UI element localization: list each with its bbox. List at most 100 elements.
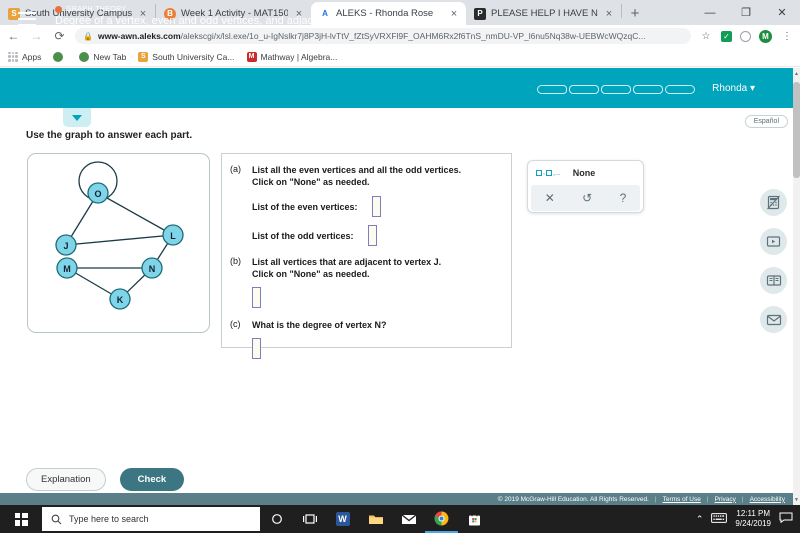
bookmark-apps[interactable]: Apps bbox=[8, 51, 42, 62]
vertex-label-N: N bbox=[149, 264, 156, 274]
question-text-line2: Click on "None" as needed. bbox=[252, 177, 370, 187]
vertex-label-L: L bbox=[170, 231, 176, 241]
word-icon[interactable]: W bbox=[326, 505, 359, 533]
odd-vertices-row: List of the odd vertices: bbox=[252, 225, 501, 246]
question-text-line1: List all vertices that are adjacent to v… bbox=[252, 257, 442, 267]
graph-svg: O J L M N K bbox=[55, 161, 184, 310]
progress-segment bbox=[601, 85, 631, 94]
user-name: Rhonda bbox=[712, 83, 748, 94]
address-bar[interactable]: 🔒 www-awn.aleks.com/alekscgi/x/lsl.exe/1… bbox=[75, 28, 691, 44]
profile-avatar[interactable]: M bbox=[759, 29, 772, 43]
graph-figure-card: O J L M N K bbox=[27, 153, 210, 333]
chevron-down-icon bbox=[72, 114, 82, 121]
page-title: Degree of a vertex, even and odd vertice… bbox=[55, 15, 370, 27]
answer-tool-palette: ,,... None ✕ ↺ ? bbox=[527, 160, 644, 213]
lock-icon: 🔒 bbox=[83, 31, 93, 41]
edge-J-L bbox=[65, 234, 174, 246]
espanol-button[interactable]: Español bbox=[744, 115, 788, 128]
new-tab-button[interactable]: + bbox=[622, 2, 648, 25]
clear-icon[interactable]: ✕ bbox=[545, 191, 555, 205]
tab-title: PLEASE HELP I HAVE NO CLUE H bbox=[491, 8, 598, 19]
reference-book-icon[interactable] bbox=[760, 267, 787, 294]
bookmark-mathway[interactable]: M Mathway | Algebra... bbox=[246, 51, 337, 62]
clock-date: 9/24/2019 bbox=[735, 519, 771, 528]
close-icon[interactable]: × bbox=[603, 8, 615, 20]
cortana-icon[interactable] bbox=[260, 505, 293, 533]
mail-icon[interactable] bbox=[392, 505, 425, 533]
close-icon[interactable]: × bbox=[448, 8, 460, 20]
taskbar-icons: W bbox=[260, 505, 491, 533]
help-icon[interactable]: ? bbox=[620, 191, 627, 205]
expander-toggle[interactable] bbox=[63, 108, 91, 127]
keyboard-icon[interactable] bbox=[711, 510, 728, 528]
window-close-button[interactable]: ✕ bbox=[764, 0, 800, 25]
vertex-label-K: K bbox=[117, 295, 124, 305]
tool-rail bbox=[760, 189, 787, 333]
adjacent-vertices-input[interactable] bbox=[252, 287, 261, 308]
bookmark-globe-1[interactable] bbox=[53, 51, 67, 62]
user-menu[interactable]: Rhonda ▾ bbox=[712, 83, 755, 94]
globe-icon bbox=[53, 51, 64, 62]
store-icon[interactable] bbox=[458, 505, 491, 533]
window-controls: — ❐ ✕ bbox=[692, 0, 800, 25]
question-b: (b) List all vertices that are adjacent … bbox=[230, 256, 501, 310]
reload-icon[interactable]: ⟳ bbox=[52, 29, 67, 43]
browser-tab-3[interactable]: P PLEASE HELP I HAVE NO CLUE H × bbox=[466, 2, 621, 25]
odd-vertices-input[interactable] bbox=[367, 225, 377, 246]
windows-taskbar: Type here to search W ⌃ 12:11 PM 9/24/20… bbox=[0, 505, 800, 533]
undo-icon[interactable]: ↺ bbox=[582, 191, 592, 205]
list-template-icon[interactable]: ,,... bbox=[536, 169, 561, 177]
bookmarks-bar: Apps New Tab S South University Ca... M … bbox=[0, 47, 800, 67]
explanation-button[interactable]: Explanation bbox=[26, 468, 106, 491]
question-c: (c) What is the degree of vertex N? bbox=[230, 319, 501, 361]
even-vertices-row: List of the even vertices: bbox=[252, 196, 501, 217]
question-label: (c) bbox=[230, 319, 241, 329]
question-text-line2: Click on "None" as needed. bbox=[252, 269, 370, 279]
clock-time: 12:11 PM bbox=[736, 509, 771, 518]
start-button[interactable] bbox=[0, 505, 42, 533]
extension-circle-icon[interactable] bbox=[740, 30, 751, 42]
accessibility-link[interactable]: Accessibility bbox=[750, 496, 785, 503]
even-vertices-input[interactable] bbox=[371, 196, 381, 217]
bookmark-south-university[interactable]: S South University Ca... bbox=[138, 51, 235, 62]
chrome-icon[interactable] bbox=[425, 505, 458, 533]
email-icon[interactable] bbox=[760, 306, 787, 333]
terms-of-use-link[interactable]: Terms of Use bbox=[663, 496, 701, 503]
taskbar-clock[interactable]: 12:11 PM 9/24/2019 bbox=[735, 509, 771, 529]
bookmark-new-tab[interactable]: New Tab bbox=[79, 51, 126, 62]
page-scrollbar[interactable]: ▲ ▼ bbox=[793, 68, 800, 505]
privacy-link[interactable]: Privacy bbox=[715, 496, 736, 503]
tab-favicon: P bbox=[474, 7, 486, 20]
check-button[interactable]: Check bbox=[119, 468, 185, 491]
back-icon[interactable]: ← bbox=[6, 29, 21, 43]
edge-O-L bbox=[97, 192, 174, 236]
minimize-button[interactable]: — bbox=[692, 0, 728, 25]
extension-green-icon[interactable]: ✓ bbox=[721, 30, 732, 42]
bookmark-label: Apps bbox=[22, 51, 42, 62]
bookmark-star-icon[interactable]: ☆ bbox=[699, 31, 713, 42]
video-player-icon[interactable] bbox=[760, 228, 787, 255]
scroll-down-arrow[interactable]: ▼ bbox=[793, 494, 800, 505]
even-vertices-label: List of the even vertices: bbox=[252, 201, 358, 212]
scroll-up-arrow[interactable]: ▲ bbox=[793, 68, 800, 79]
maximize-button[interactable]: ❐ bbox=[728, 0, 764, 25]
calculator-disabled-icon[interactable] bbox=[760, 189, 787, 216]
taskbar-search[interactable]: Type here to search bbox=[42, 507, 260, 531]
browser-menu-icon[interactable]: ⋮ bbox=[780, 31, 794, 42]
file-explorer-icon[interactable] bbox=[359, 505, 392, 533]
category-label: GRAPH THEORY bbox=[66, 6, 127, 13]
tray-chevron-icon[interactable]: ⌃ bbox=[696, 514, 704, 525]
none-button[interactable]: None bbox=[573, 168, 596, 178]
menu-hamburger-icon[interactable] bbox=[18, 12, 36, 30]
sub-toolbar bbox=[0, 108, 793, 130]
degree-input[interactable] bbox=[252, 338, 261, 359]
forward-icon[interactable]: → bbox=[29, 29, 44, 43]
scrollbar-thumb[interactable] bbox=[793, 82, 800, 178]
notification-icon[interactable] bbox=[779, 510, 793, 528]
system-tray: ⌃ 12:11 PM 9/24/2019 bbox=[696, 509, 800, 529]
task-view-icon[interactable] bbox=[293, 505, 326, 533]
browser-toolbar: ← → ⟳ 🔒 www-awn.aleks.com/alekscgi/x/lsl… bbox=[0, 25, 800, 47]
question-label: (a) bbox=[230, 164, 241, 174]
s-favicon-icon: S bbox=[138, 51, 149, 62]
odd-vertices-label: List of the odd vertices: bbox=[252, 230, 354, 241]
